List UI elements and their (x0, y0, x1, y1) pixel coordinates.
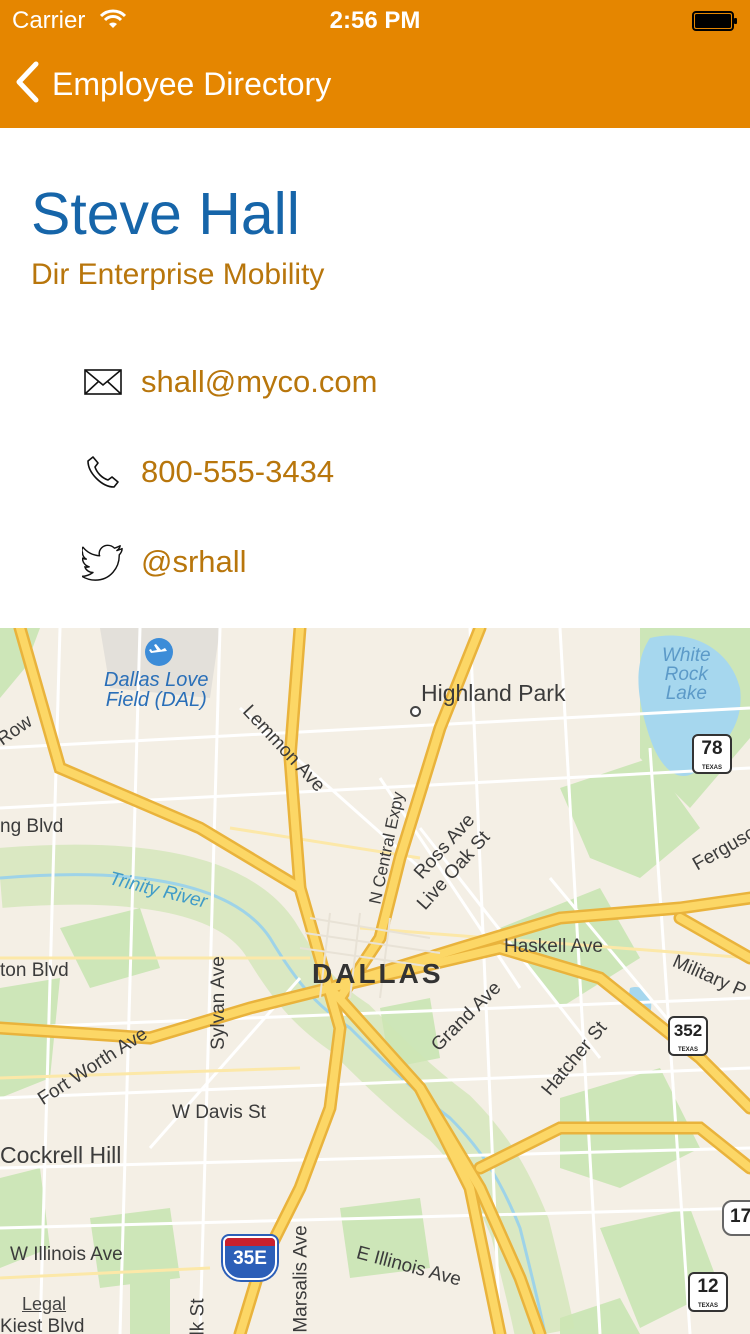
employee-details: Steve Hall Dir Enterprise Mobility shall… (0, 128, 750, 628)
twitter-row[interactable]: @srhall (82, 542, 247, 582)
nav-bar: Carrier 2:56 PM Employee Directory (0, 0, 750, 128)
route-17-number: 17 (730, 1206, 750, 1227)
highland-park-dot (410, 706, 421, 717)
phone-link[interactable]: 800-555-3434 (141, 454, 334, 490)
phone-icon (82, 452, 124, 492)
route-17-shield: 17 (722, 1200, 750, 1236)
tx-352-state: TEXAS (677, 1047, 698, 1053)
map-label-white-rock-lake: White Rock Lake (662, 645, 711, 704)
i-35e-shield: 35E (223, 1236, 277, 1280)
location-map[interactable]: Dallas Love Field (DAL) Highland Park Wh… (0, 628, 750, 1334)
map-label-cockrell-hill: Cockrell Hill (0, 1142, 122, 1168)
map-legal-link[interactable]: Legal (22, 1294, 66, 1315)
map-label-w-davis-st: W Davis St (172, 1102, 266, 1123)
email-link[interactable]: shall@myco.com (141, 364, 377, 400)
tx-352-number: 352 (673, 1021, 703, 1040)
map-label-marsalis-ave: Marsalis Ave (290, 1225, 312, 1333)
map-label-highland-park: Highland Park (421, 680, 566, 706)
map-label-dallas: DALLAS (312, 958, 444, 989)
mail-icon (82, 362, 124, 402)
email-row[interactable]: shall@myco.com (82, 362, 377, 402)
map-label-ton-blvd: ton Blvd (0, 960, 69, 981)
map-label-sylvan-ave: Sylvan Ave (207, 956, 229, 1050)
map-label-lk-st: lk St (187, 1298, 209, 1334)
status-time: 2:56 PM (329, 7, 421, 34)
tx-78-number: 78 (701, 738, 723, 759)
employee-name: Steve Hall (31, 181, 300, 247)
status-bar: Carrier 2:56 PM (0, 0, 750, 40)
employee-title: Dir Enterprise Mobility (31, 258, 325, 291)
twitter-icon (82, 542, 124, 582)
map-label-haskell-ave: Haskell Ave (504, 936, 603, 957)
battery-icon (692, 10, 738, 31)
map-label-ng-blvd: ng Blvd (0, 816, 64, 837)
airport-icon (145, 638, 173, 666)
map-label-w-illinois-ave: W Illinois Ave (10, 1244, 123, 1265)
back-button[interactable]: Employee Directory (14, 60, 331, 109)
map-label-airport: Dallas Love Field (DAL) (104, 669, 209, 711)
twitter-link[interactable]: @srhall (141, 544, 247, 580)
tx-78-shield: 78 TEXAS (692, 734, 732, 774)
map-label-kiest-blvd: Kiest Blvd (0, 1316, 85, 1334)
tx-78-state: TEXAS (701, 765, 722, 771)
tx-12-state: TEXAS (697, 1303, 718, 1309)
tx-12-shield: 12 TEXAS (688, 1272, 728, 1312)
tx-352-shield: 352 TEXAS (668, 1016, 708, 1056)
back-chevron-icon (14, 60, 40, 109)
tx-12-number: 12 (697, 1276, 719, 1297)
phone-row[interactable]: 800-555-3434 (82, 452, 334, 492)
back-label: Employee Directory (52, 66, 332, 102)
i-35e-number: 35E (233, 1248, 267, 1269)
